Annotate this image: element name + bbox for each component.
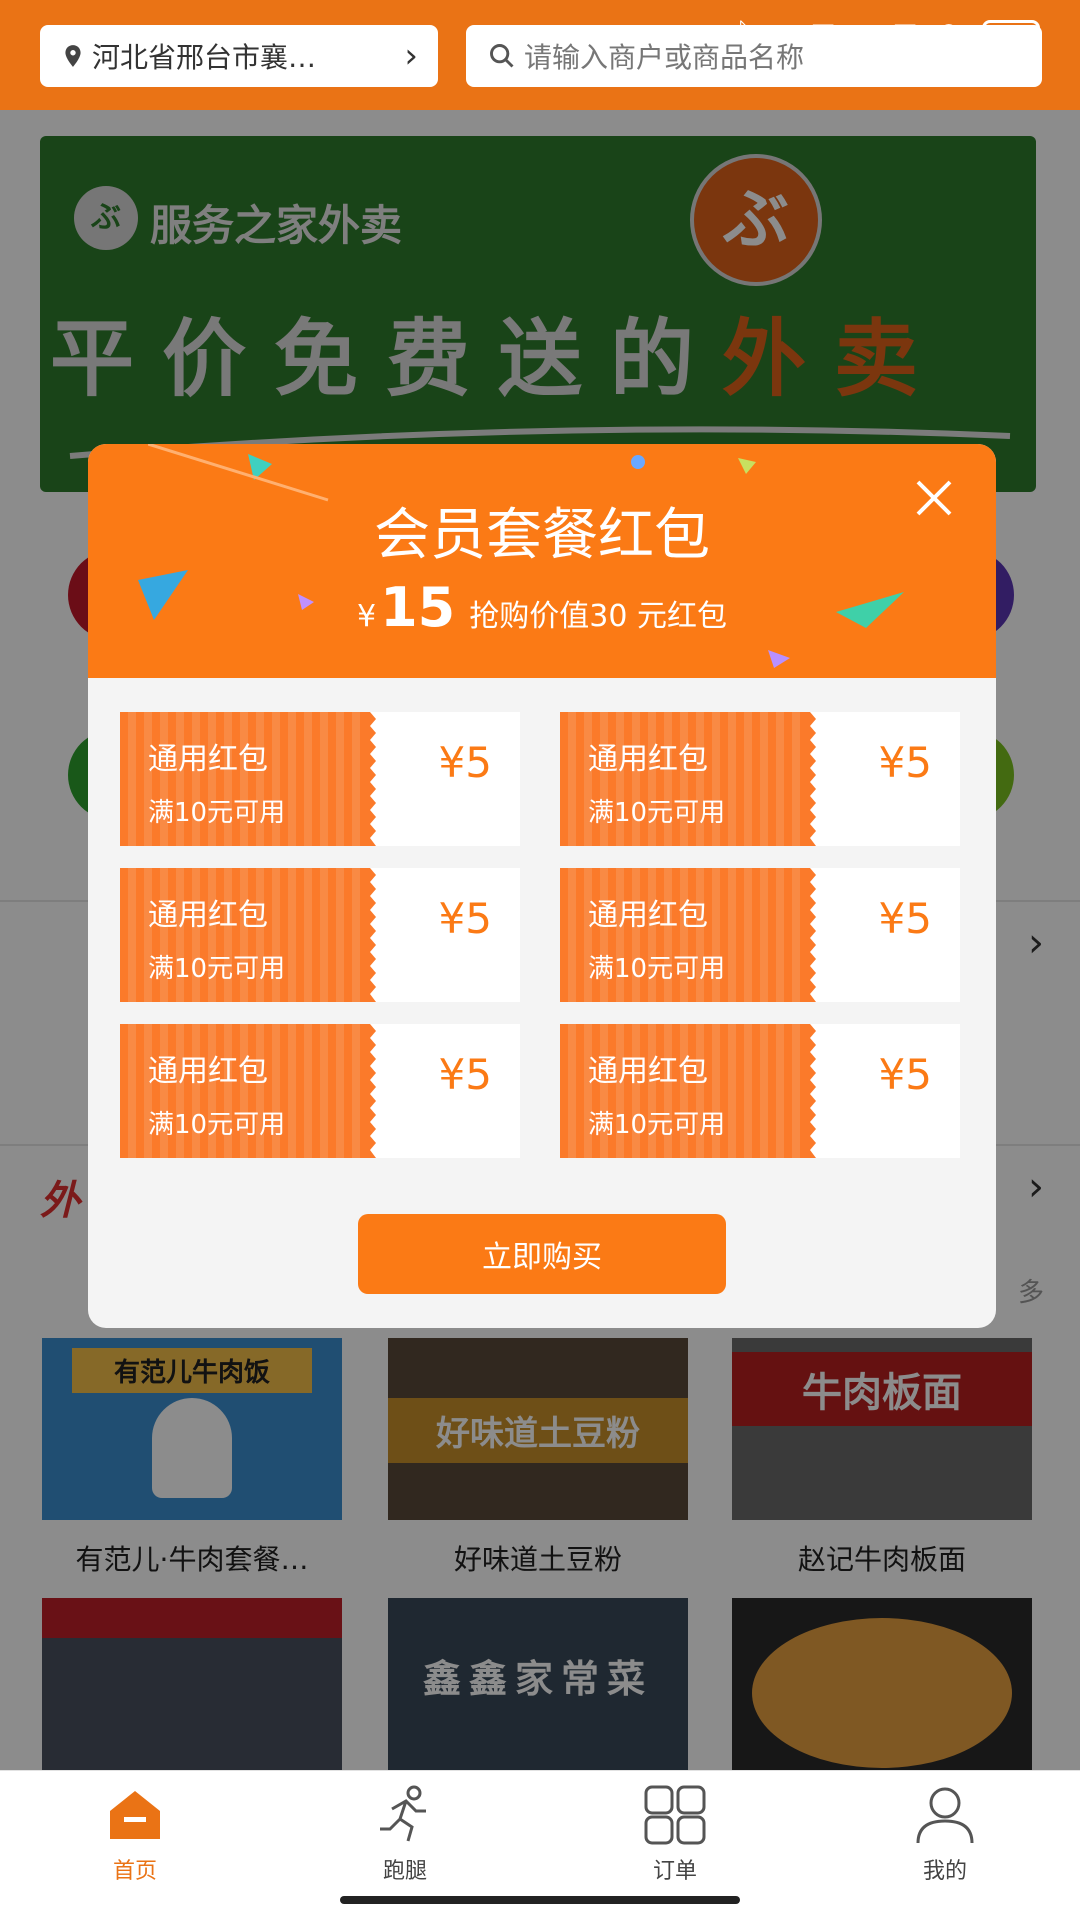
- coupon-condition: 满10元可用: [148, 1110, 286, 1140]
- confetti-decoration: [738, 458, 756, 474]
- coupon-serrated-edge: [804, 868, 816, 1002]
- coupon-card: 通用红包 满10元可用 ¥5: [120, 712, 520, 846]
- coupon-condition: 满10元可用: [588, 1110, 726, 1140]
- coupon-serrated-edge: [364, 712, 376, 846]
- coupon-card: 通用红包 满10元可用 ¥5: [560, 868, 960, 1002]
- nav-item-home[interactable]: 首页: [70, 1785, 200, 1885]
- coupon-title: 通用红包: [588, 742, 708, 777]
- close-icon[interactable]: [910, 474, 958, 522]
- modal-title: 会员套餐红包: [374, 503, 710, 568]
- buy-now-button[interactable]: 立即购买: [358, 1214, 726, 1294]
- coupon-amount: ¥5: [878, 738, 932, 787]
- nav-item-errand[interactable]: 跑腿: [340, 1785, 470, 1885]
- coupon-amount: ¥5: [878, 894, 932, 943]
- home-icon: [110, 1791, 160, 1839]
- location-selector[interactable]: 河北省邢台市襄… ›: [40, 25, 438, 87]
- coupon-amount: ¥5: [438, 738, 492, 787]
- coupon-card: 通用红包 满10元可用 ¥5: [560, 712, 960, 846]
- coupon-title: 通用红包: [148, 742, 268, 777]
- runner-icon: [380, 1785, 426, 1842]
- coupon-serrated-edge: [804, 712, 816, 846]
- user-icon: [916, 1787, 974, 1844]
- coupon-card: 通用红包 满10元可用 ¥5: [120, 868, 520, 1002]
- nav-item-profile[interactable]: 我的: [880, 1785, 1010, 1885]
- coupon-title: 通用红包: [588, 898, 708, 933]
- coupon-serrated-edge: [364, 1024, 376, 1158]
- coupon-card: 通用红包 满10元可用 ¥5: [120, 1024, 520, 1158]
- chevron-right-icon: ›: [404, 36, 418, 76]
- nav-label: 我的: [922, 1859, 967, 1884]
- search-icon: [490, 44, 514, 68]
- location-pin-icon: [65, 45, 81, 67]
- confetti-decoration: [768, 650, 790, 668]
- coupon-condition: 满10元可用: [148, 798, 286, 828]
- nav-label: 首页: [112, 1859, 157, 1884]
- coupon-amount: ¥5: [878, 1050, 932, 1099]
- coupon-condition: 满10元可用: [588, 954, 726, 984]
- nav-label: 订单: [652, 1859, 697, 1884]
- modal-subtitle: ¥15 抢购价值30 元红包: [88, 576, 996, 639]
- coupon-title: 通用红包: [148, 898, 268, 933]
- member-package-modal: 会员套餐红包 ¥15 抢购价值30 元红包 通用红包 满10元可用 ¥5 通用红包…: [88, 444, 996, 1328]
- coupon-title: 通用红包: [588, 1054, 708, 1089]
- location-text: 河北省邢台市襄…: [92, 41, 317, 74]
- coupon-serrated-edge: [804, 1024, 816, 1158]
- coupon-title: 通用红包: [148, 1054, 268, 1089]
- grid-icon: [644, 1785, 706, 1845]
- modal-header: 会员套餐红包 ¥15 抢购价值30 元红包: [88, 444, 996, 678]
- coupon-serrated-edge: [364, 868, 376, 1002]
- nav-item-orders[interactable]: 订单: [610, 1785, 740, 1885]
- search-placeholder: 请输入商户或商品名称: [524, 41, 805, 74]
- coupon-condition: 满10元可用: [588, 798, 726, 828]
- top-header: 上午10:23 ᛒ ▂▄▆ ▂▄▆ ◠ 河北省邢台市襄… › 请输入商户或商品名…: [0, 0, 1080, 110]
- coupon-card: 通用红包 满10元可用 ¥5: [560, 1024, 960, 1158]
- nav-label: 跑腿: [382, 1859, 427, 1884]
- yen-symbol: ¥: [357, 599, 377, 634]
- search-input[interactable]: 请输入商户或商品名称: [466, 25, 1042, 87]
- package-price: 15: [380, 576, 456, 639]
- gesture-home-bar[interactable]: [340, 1896, 740, 1904]
- coupon-amount: ¥5: [438, 894, 492, 943]
- coupon-amount: ¥5: [438, 1050, 492, 1099]
- coupon-condition: 满10元可用: [148, 954, 286, 984]
- confetti-decoration: [631, 455, 645, 469]
- subtitle-text: 抢购价值30 元红包: [469, 599, 727, 634]
